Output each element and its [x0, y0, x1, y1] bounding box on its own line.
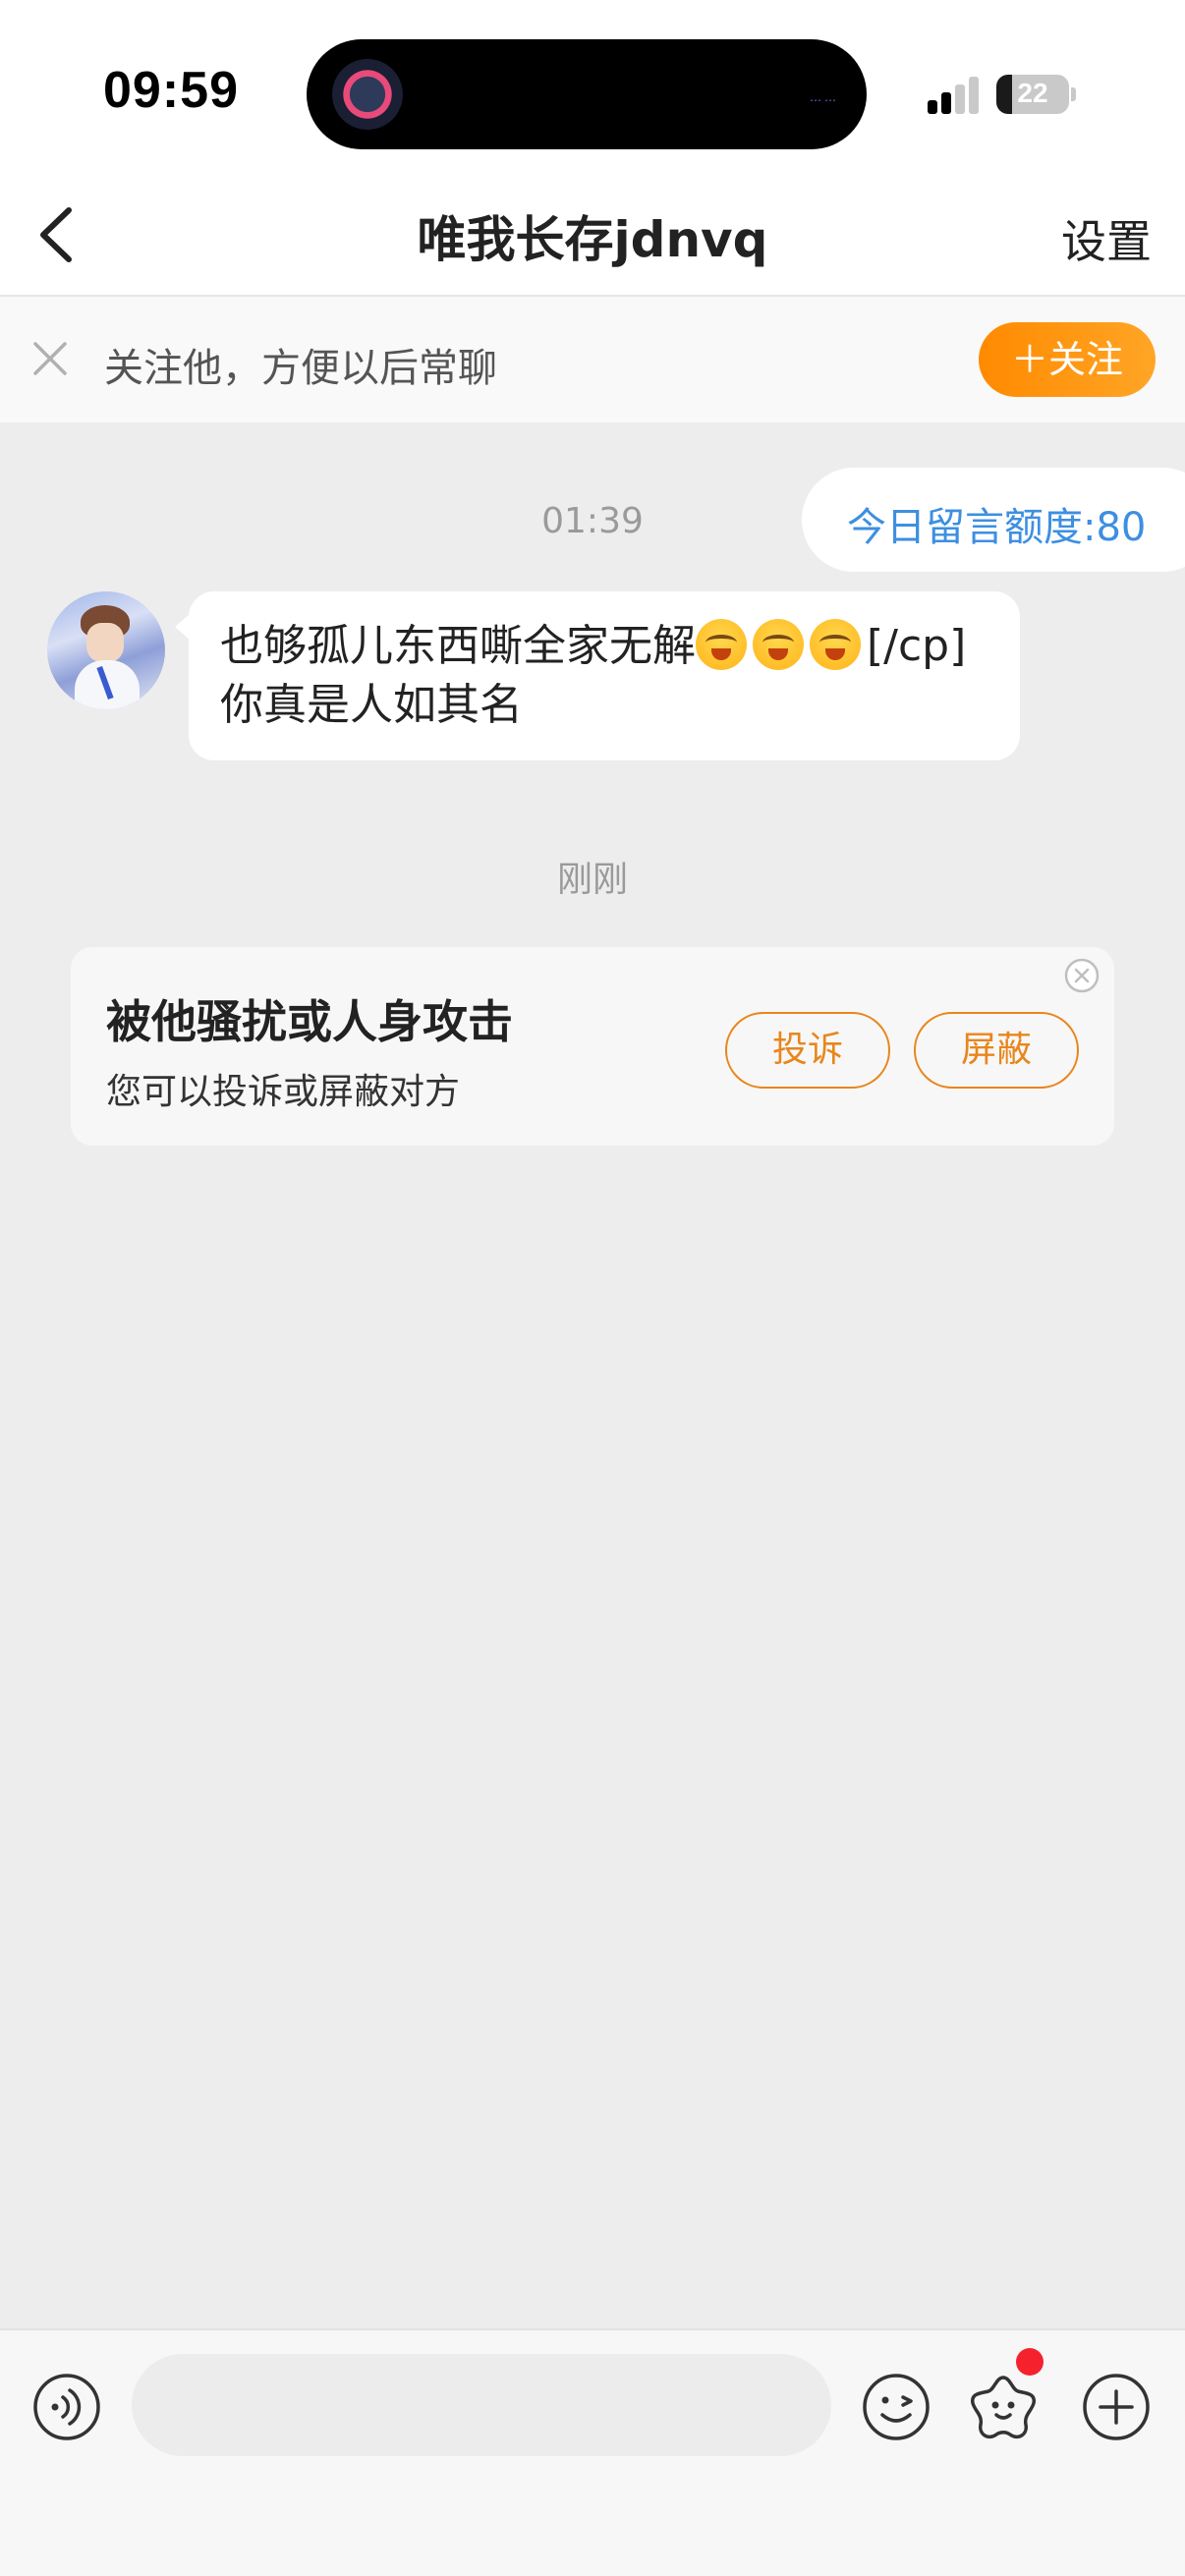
signal-icon: [928, 75, 983, 114]
follow-banner: 关注他，方便以后常聊 ＋关注: [0, 297, 1185, 422]
notification-dot: [1016, 2348, 1044, 2376]
sticker-icon: [971, 2376, 1036, 2439]
nav-bar: 唯我长存jdnvq 设置: [0, 177, 1185, 297]
settings-button[interactable]: 设置: [1061, 206, 1152, 271]
close-icon: [33, 342, 67, 375]
status-time: 09:59: [103, 62, 239, 119]
banner-close-button[interactable]: [29, 338, 71, 379]
battery-level-text: 22: [1017, 78, 1048, 108]
card-subtitle: 您可以投诉或屏蔽对方: [106, 1072, 461, 1112]
status-bar: 09:59 …… 22: [0, 0, 1185, 177]
more-button[interactable]: [1081, 2372, 1152, 2442]
close-circle-icon: [1064, 958, 1100, 993]
complain-button[interactable]: 投诉: [725, 1012, 890, 1089]
message-timestamp-recent: 刚刚: [556, 860, 628, 900]
card-title: 被他骚扰或人身攻击: [106, 995, 513, 1048]
follow-prompt-text: 关注他，方便以后常聊: [104, 346, 497, 391]
battery-cap: [1071, 87, 1076, 101]
input-bar: [0, 2328, 1185, 2576]
sender-avatar[interactable]: [47, 591, 165, 709]
harassment-report-card: 被他骚扰或人身攻击 您可以投诉或屏蔽对方 投诉 屏蔽: [71, 947, 1114, 1146]
now-playing-artwork: [332, 59, 403, 130]
message-timestamp: 01:39: [541, 501, 644, 541]
page-title: 唯我长存jdnvq: [417, 211, 768, 268]
block-button[interactable]: 屏蔽: [914, 1012, 1079, 1089]
voice-icon: [33, 2374, 100, 2440]
message-text-part-1: 也够孤儿东西嘶全家无解: [220, 621, 696, 671]
battery-icon: 22: [996, 75, 1069, 114]
dynamic-island: ……: [307, 39, 867, 149]
plus-icon: [1083, 2374, 1150, 2440]
emoji-icon: [863, 2374, 930, 2440]
message-bubble[interactable]: 也够孤儿东西嘶全家无解 [/cp] 你真是人如其名: [189, 591, 1020, 760]
blush-emoji-icon: [810, 619, 861, 670]
voice-button[interactable]: [31, 2372, 102, 2442]
follow-button[interactable]: ＋关注: [979, 322, 1156, 397]
island-activity-dots: ……: [810, 90, 839, 104]
emoji-button[interactable]: [861, 2372, 931, 2442]
sticker-button[interactable]: [967, 2372, 1040, 2444]
blush-emoji-icon: [753, 619, 804, 670]
blush-emoji-icon: [696, 619, 747, 670]
card-close-button[interactable]: [1063, 957, 1100, 994]
message-text: 也够孤儿东西嘶全家无解 [/cp] 你真是人如其名: [220, 617, 990, 735]
message-input[interactable]: [132, 2354, 831, 2456]
